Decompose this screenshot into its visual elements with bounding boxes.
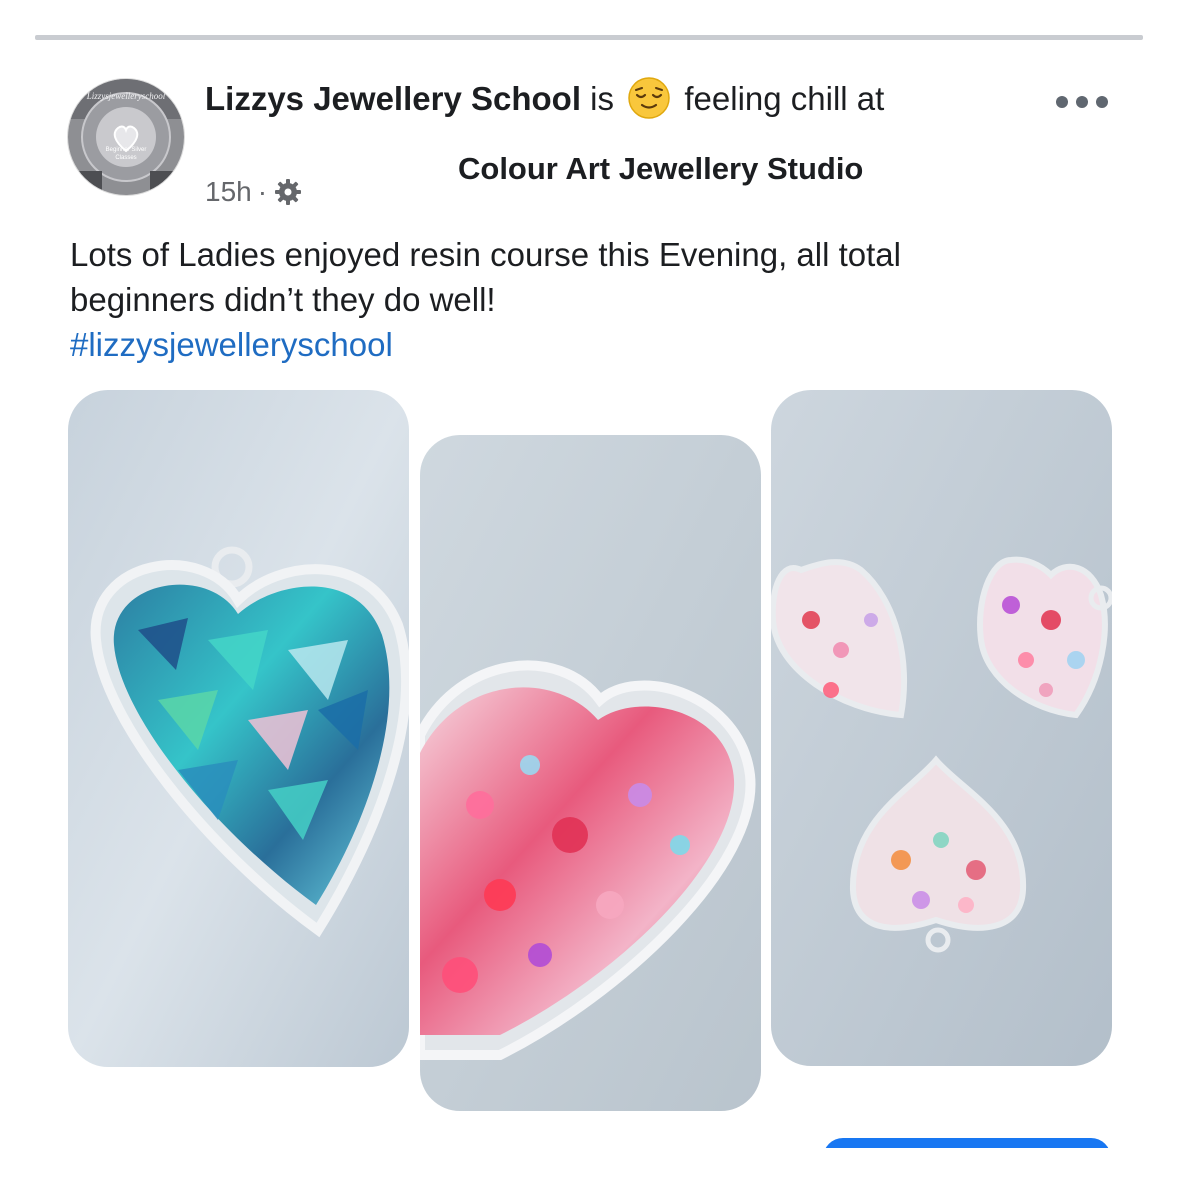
blue-heart-pendant-image bbox=[68, 390, 409, 1067]
photo-blue-heart[interactable] bbox=[68, 390, 409, 1067]
avatar-caption-1: Beginner Silver bbox=[106, 147, 147, 153]
timestamp[interactable]: 15h bbox=[205, 174, 252, 210]
post-text-line-1: Lots of Ladies enjoyed resin course this… bbox=[70, 236, 901, 273]
dot-icon bbox=[1076, 96, 1088, 108]
avatar-caption-2: Classes bbox=[115, 155, 136, 161]
post-text-line-2: beginners didn’t they do well! bbox=[70, 281, 496, 318]
avatar-ring-text: Lizzysjewelleryschool bbox=[86, 91, 166, 101]
bottom-mask bbox=[0, 1148, 1179, 1184]
post-body: Lots of Ladies enjoyed resin course this… bbox=[70, 232, 1130, 367]
post-meta: 15h · bbox=[205, 174, 303, 210]
feeling-text: feeling chill at bbox=[684, 80, 885, 117]
page-avatar[interactable]: Lizzysjewelleryschool Beginner Silver Cl… bbox=[67, 78, 185, 196]
top-divider bbox=[35, 35, 1143, 40]
gear-icon bbox=[275, 179, 302, 205]
hashtag-link[interactable]: #lizzysjewelleryschool bbox=[70, 322, 1130, 367]
location-link[interactable]: Colour Art Jewellery Studio bbox=[458, 150, 863, 188]
post-header: Lizzys Jewellery School is feeling chill… bbox=[205, 76, 884, 120]
dot-icon bbox=[1096, 96, 1108, 108]
more-options-button[interactable] bbox=[1056, 90, 1108, 114]
dot-icon bbox=[1056, 96, 1068, 108]
three-hearts-image bbox=[771, 390, 1112, 1066]
relieved-face-icon bbox=[628, 77, 670, 119]
author-name[interactable]: Lizzys Jewellery School bbox=[205, 80, 581, 117]
meta-separator: · bbox=[257, 176, 268, 207]
pink-heart-pendant-image bbox=[420, 435, 761, 1111]
photo-three-hearts[interactable] bbox=[771, 390, 1112, 1066]
header-connector: is bbox=[590, 80, 615, 117]
photo-pink-heart[interactable] bbox=[420, 435, 761, 1111]
avatar-image: Lizzysjewelleryschool Beginner Silver Cl… bbox=[68, 79, 184, 195]
